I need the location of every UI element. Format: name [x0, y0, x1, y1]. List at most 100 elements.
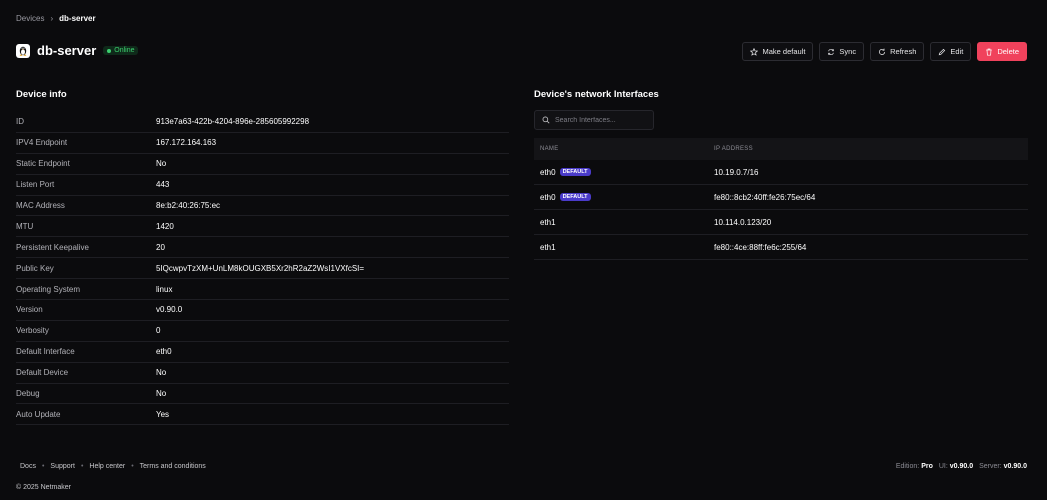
server-version-value: v0.90.0 — [1003, 463, 1027, 470]
info-value: No — [156, 159, 167, 169]
info-key: MAC Address — [16, 201, 65, 210]
info-key: Default Device — [16, 368, 69, 378]
breadcrumb-devices-link[interactable]: Devices — [16, 14, 44, 23]
action-toolbar: Make default Sync Refresh Edit Delete — [742, 42, 1027, 61]
table-row[interactable]: eth0 DEFAULT fe80::8cb2:40ff:fe26:75ec/64 — [534, 185, 1028, 210]
info-row: Default Device No — [16, 363, 509, 384]
online-dot-icon — [107, 48, 112, 53]
breadcrumb: Devices › db-server — [16, 14, 96, 23]
info-value: 0 — [156, 326, 161, 336]
column-header-ip-address[interactable]: IP ADDRESS — [708, 146, 753, 152]
info-value: 20 — [156, 242, 165, 252]
info-value: 443 — [156, 180, 170, 190]
device-info-table: ID 913e7a63-422b-4204-896e-285605992298 IP… — [16, 112, 509, 426]
info-key: Public Key — [16, 263, 54, 273]
footer-link[interactable]: Docs — [20, 463, 36, 470]
refresh-icon — [879, 48, 886, 55]
info-row: IPV4 Endpoint 167.172.164.163 — [16, 133, 509, 154]
interface-name-cell: eth0 DEFAULT — [534, 168, 708, 177]
info-row: Static Endpoint No — [16, 154, 509, 175]
info-key: IPV4 Endpoint — [16, 138, 68, 148]
info-row: Default Interface eth0 — [16, 342, 509, 363]
info-value: 5IQcwpvTzXM+UnLM8kOUGXB5Xr2hR2aZ2WsI1VXf… — [156, 263, 365, 273]
device-info-title: Device info — [16, 89, 67, 100]
info-row: Public Key 5IQcwpvTzXM+UnLM8kOUGXB5Xr2hR2… — [16, 258, 509, 280]
sync-label: Sync — [839, 47, 857, 56]
interface-ip-cell: fe80::4ce:88ff:fe6c:255/64 — [714, 242, 807, 252]
table-row[interactable]: eth0 DEFAULT 10.19.0.7/16 — [534, 160, 1028, 185]
footer-link[interactable]: Help center — [89, 463, 125, 470]
footer-link[interactable]: Terms and conditions — [140, 463, 206, 470]
version-info: Edition: Pro UI: v0.90.0 Server: v0.90.0 — [896, 463, 1027, 470]
ui-version-info: UI: v0.90.0 — [939, 463, 973, 470]
info-key: MTU — [16, 221, 34, 231]
edition-label: Edition: — [895, 463, 920, 470]
copyright-text: © 2025 Netmaker — [16, 484, 71, 491]
info-key: Operating System — [16, 284, 81, 294]
table-row[interactable]: eth1 10.114.0.123/20 — [534, 210, 1028, 235]
interface-name: eth1 — [540, 242, 556, 252]
table-row[interactable]: eth1 fe80::4ce:88ff:fe6c:255/64 — [534, 235, 1028, 260]
interface-name: eth1 — [540, 217, 556, 227]
edition-info: Edition: Pro — [896, 463, 933, 470]
delete-button[interactable]: Delete — [977, 42, 1027, 61]
info-row: MAC Address 8e:b2:40:26:75:ec — [16, 196, 509, 217]
info-value: 8e:b2:40:26:75:ec — [156, 201, 221, 210]
sync-button[interactable]: Sync — [819, 42, 865, 61]
footer-links: Docs • Support • Help center • Terms and condi… — [20, 463, 206, 470]
ui-version-label: UI: — [938, 463, 948, 470]
refresh-label: Refresh — [890, 47, 917, 56]
server-version-label: Server: — [979, 463, 1002, 470]
info-key: Persistent Keepalive — [16, 242, 89, 252]
interfaces-title: Device's network Interfaces — [534, 89, 659, 100]
footer-separator: • — [80, 463, 84, 470]
make-default-button[interactable]: Make default — [742, 42, 814, 61]
info-value: 913e7a63-422b-4204-896e-285605992298 — [156, 117, 310, 127]
info-key: Default Interface — [16, 347, 75, 357]
trash-icon — [986, 48, 993, 56]
info-value: No — [156, 389, 167, 399]
interface-name: eth0 — [540, 167, 556, 177]
star-icon — [750, 47, 759, 56]
info-key: Static Endpoint — [16, 159, 70, 169]
status-label: Online — [114, 47, 135, 54]
info-key: Listen Port — [16, 180, 55, 190]
column-header-name[interactable]: NAME — [534, 146, 708, 152]
edit-label: Edit — [950, 47, 964, 56]
info-row: ID 913e7a63-422b-4204-896e-285605992298 — [16, 112, 509, 133]
info-key: ID — [16, 117, 24, 127]
info-key: Version — [16, 305, 43, 315]
info-value: Yes — [156, 409, 170, 419]
status-badge: Online — [103, 46, 139, 55]
footer-link[interactable]: Support — [50, 463, 75, 470]
pencil-icon — [939, 48, 946, 55]
interface-ip-cell: 10.114.0.123/20 — [714, 217, 772, 227]
breadcrumb-current: db-server — [59, 14, 96, 23]
interface-ip-cell: fe80::8cb2:40ff:fe26:75ec/64 — [714, 192, 816, 202]
search-interfaces-box — [534, 110, 654, 130]
info-row: Verbosity 0 — [16, 321, 509, 342]
interface-name: eth0 — [540, 192, 556, 202]
info-row: Operating System linux — [16, 279, 509, 301]
info-value: 167.172.164.163 — [156, 138, 217, 148]
info-key: Debug — [16, 389, 40, 399]
ui-version-value: v0.90.0 — [949, 463, 974, 470]
sync-icon — [828, 48, 835, 55]
interfaces-table-header: NAME IP ADDRESS — [534, 138, 1028, 160]
default-badge: DEFAULT — [559, 168, 591, 176]
interfaces-table-body: eth0 DEFAULT 10.19.0.7/16 eth0 DEFAULT fe80::… — [534, 160, 1028, 260]
info-row: MTU 1420 — [16, 216, 509, 238]
interface-name-cell: eth1 — [534, 243, 708, 252]
info-row: Listen Port 443 — [16, 175, 509, 196]
info-value: v0.90.0 — [156, 305, 183, 315]
search-interfaces-input[interactable] — [555, 116, 650, 124]
refresh-button[interactable]: Refresh — [870, 42, 925, 61]
default-badge: DEFAULT — [559, 193, 591, 201]
interface-name-cell: eth0 DEFAULT — [534, 193, 708, 202]
info-row: Persistent Keepalive 20 — [16, 237, 509, 259]
edit-button[interactable]: Edit — [930, 42, 972, 61]
info-key: Auto Update — [16, 409, 61, 419]
make-default-label: Make default — [762, 47, 806, 56]
info-key: Verbosity — [16, 326, 49, 336]
search-icon — [542, 116, 550, 124]
